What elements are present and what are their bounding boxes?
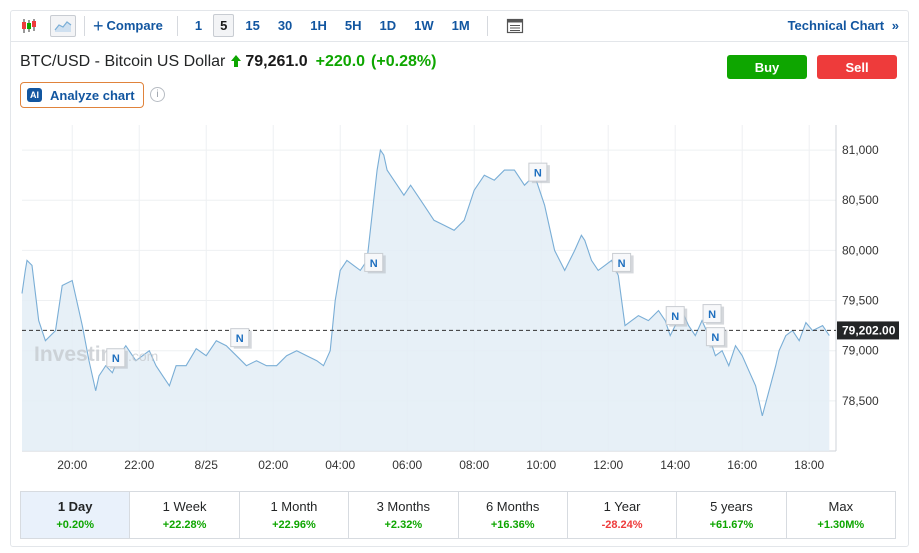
technical-chart-link[interactable]: Technical Chart » xyxy=(788,18,899,33)
period-tab-1-month[interactable]: 1 Month +22.96% xyxy=(240,492,350,538)
toolbar-divider xyxy=(176,15,178,36)
news-marker[interactable]: N xyxy=(705,327,728,348)
news-marker-label: N xyxy=(112,353,120,365)
last-price: 79,261.0 xyxy=(245,53,308,70)
period-change: +16.36% xyxy=(490,519,535,531)
interval-1m[interactable]: 1M xyxy=(445,14,477,37)
interval-1[interactable]: 1 xyxy=(188,14,209,37)
period-label: 6 Months xyxy=(485,499,540,514)
period-label: 1 Day xyxy=(57,499,93,514)
period-change: -28.24% xyxy=(601,519,643,531)
period-tab-1-year[interactable]: 1 Year -28.24% xyxy=(568,492,678,538)
news-marker[interactable]: N xyxy=(702,304,725,325)
up-arrow-icon xyxy=(231,54,242,70)
news-marker-label: N xyxy=(708,309,716,321)
news-marker-label: N xyxy=(618,258,626,270)
interval-1w[interactable]: 1W xyxy=(407,14,441,37)
period-change: +22.28% xyxy=(162,519,207,531)
ai-badge-icon: AI xyxy=(27,88,42,102)
double-chevron-right-icon: » xyxy=(891,18,899,33)
period-label: 1 Week xyxy=(162,499,207,514)
period-change: +22.96% xyxy=(272,519,316,531)
chart-toolbar: + Compare 1 5 15 30 1H 5H 1D 1W 1M Technical Cha… xyxy=(10,10,909,42)
interval-15[interactable]: 15 xyxy=(238,14,266,37)
period-change: +61.67% xyxy=(709,519,754,531)
analyze-chart-label: Analyze chart xyxy=(50,87,135,103)
period-label: Max xyxy=(828,499,854,514)
period-change: +0.20% xyxy=(56,519,94,531)
news-marker[interactable]: N xyxy=(364,252,386,274)
price-change-percent: (+0.28%) xyxy=(371,53,437,70)
table-view-icon[interactable] xyxy=(502,15,528,37)
period-label: 1 Year xyxy=(603,499,641,514)
period-tab-1-week[interactable]: 1 Week +22.28% xyxy=(130,492,240,538)
period-tab-5-years[interactable]: 5 years +61.67% xyxy=(677,492,787,538)
price-change: +220.0 xyxy=(315,53,366,70)
period-change: +2.32% xyxy=(384,519,423,531)
period-tab-max[interactable]: Max +1.30M% xyxy=(787,492,895,538)
news-marker-label: N xyxy=(236,333,244,345)
toolbar-divider xyxy=(486,15,488,36)
instrument-header: BTC/USD - Bitcoin US Dollar 79,261.0 +22… xyxy=(20,53,436,71)
news-marker-label: N xyxy=(671,311,679,323)
interval-30[interactable]: 30 xyxy=(271,14,299,37)
sell-button[interactable]: Sell xyxy=(817,55,897,79)
toolbar-divider xyxy=(84,15,85,36)
interval-1d[interactable]: 1D xyxy=(373,14,404,37)
interval-5[interactable]: 5 xyxy=(213,14,235,37)
interval-1h[interactable]: 1H xyxy=(303,14,334,37)
compare-label: Compare xyxy=(106,18,163,33)
period-tab-6-months[interactable]: 6 Months +16.36% xyxy=(459,492,568,538)
news-marker-label: N xyxy=(370,258,378,270)
period-tab-3-months[interactable]: 3 Months +2.32% xyxy=(349,492,459,538)
candlestick-icon[interactable] xyxy=(16,15,42,37)
plus-icon: + xyxy=(93,15,104,36)
buy-button[interactable]: Buy xyxy=(727,55,807,79)
news-marker-label: N xyxy=(534,168,542,180)
analyze-chart-button[interactable]: AI Analyze chart xyxy=(20,82,144,108)
news-marker-label: N xyxy=(711,332,719,344)
technical-chart-label: Technical Chart xyxy=(787,18,885,33)
chart-frame xyxy=(10,10,909,547)
performance-periods: 1 Day +0.20% 1 Week +22.28% 1 Month +22.96% 3 … xyxy=(20,491,896,539)
interval-5h[interactable]: 5H xyxy=(338,14,369,37)
period-change: +1.30M% xyxy=(817,519,865,531)
news-marker[interactable]: N xyxy=(106,348,128,369)
news-marker[interactable]: N xyxy=(230,328,252,349)
period-tab-1-day[interactable]: 1 Day +0.20% xyxy=(21,492,131,538)
period-label: 1 Month xyxy=(270,499,318,514)
area-chart-icon[interactable] xyxy=(50,14,76,37)
instrument-name: BTC/USD - Bitcoin US Dollar xyxy=(20,53,226,70)
period-label: 5 years xyxy=(710,499,753,514)
news-marker[interactable]: N xyxy=(528,162,550,184)
info-icon[interactable]: i xyxy=(150,87,165,102)
period-label: 3 Months xyxy=(376,499,431,514)
news-marker[interactable]: N xyxy=(665,306,688,327)
news-marker[interactable]: N xyxy=(612,252,634,274)
interval-selector: 1 5 15 30 1H 5H 1D 1W 1M xyxy=(186,14,479,37)
compare-button[interactable]: + Compare xyxy=(93,17,163,35)
